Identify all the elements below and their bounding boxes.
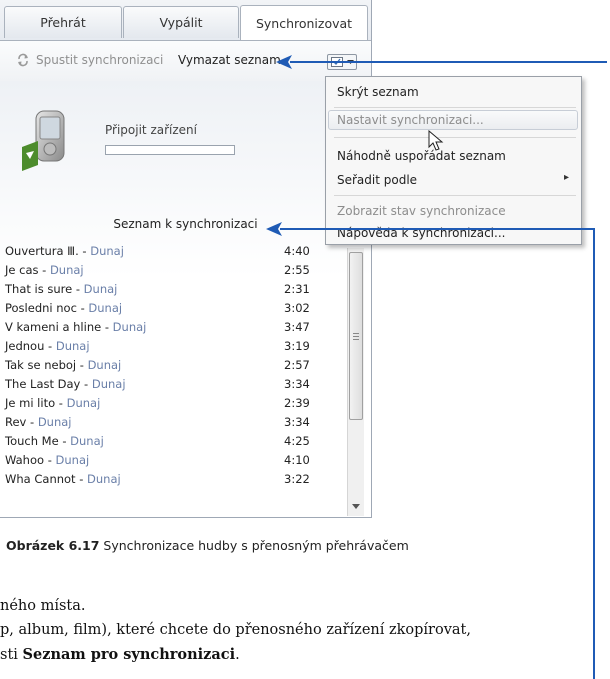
track-artist: Dunaj	[55, 453, 90, 467]
track-artist: Dunaj	[70, 434, 104, 448]
track-duration: 4:40	[284, 244, 310, 258]
track-title: Je cas	[5, 263, 39, 277]
figure-caption: Obrázek 6.17 Synchronizace hudby s přeno…	[6, 538, 409, 553]
track-duration: 3:02	[284, 301, 310, 315]
list-options-menu: Skrýt seznam Nastavit synchronizaci... N…	[325, 76, 582, 245]
menu-separator	[334, 137, 576, 138]
track-artist: Dunaj	[90, 244, 124, 258]
arrow-left-icon	[266, 222, 282, 236]
list-item[interactable]: That is sure - Dunaj 2:31	[0, 280, 347, 299]
menu-item-show-sync-status[interactable]: Zobrazit stav synchronizace	[337, 204, 506, 218]
track-artist: Dunaj	[37, 415, 72, 429]
list-item[interactable]: Je mi lito - Dunaj 2:39	[0, 394, 347, 413]
tab-sync[interactable]: Synchronizovat	[240, 5, 368, 40]
track-title: Rev	[5, 415, 27, 429]
list-item[interactable]: Je cas - Dunaj 2:55	[0, 261, 347, 280]
list-item[interactable]: V kameni a hline - Dunaj 3:47	[0, 318, 347, 337]
device-icon	[22, 110, 65, 171]
track-duration: 2:55	[284, 263, 310, 277]
arrow-left-icon	[276, 55, 292, 69]
track-artist: Dunaj	[83, 282, 118, 296]
sync-list: Ouvertura Ⅲ. - Dunaj 4:40 Je cas - Dunaj 2…	[0, 242, 347, 489]
track-title: Posledni noc	[5, 301, 77, 315]
callout-line-sync-list	[280, 228, 594, 230]
track-duration: 4:10	[284, 453, 310, 467]
track-title: Wahoo	[5, 453, 45, 467]
track-title: Je mi lito	[5, 396, 56, 410]
list-item[interactable]: Wha Cannot - Dunaj 3:22	[0, 470, 347, 489]
track-duration: 3:47	[284, 320, 310, 334]
track-duration: 2:57	[284, 358, 310, 372]
track-artist: Dunaj	[112, 320, 147, 334]
start-sync-button[interactable]: Spustit synchronizaci	[36, 53, 163, 67]
track-title: Wha Cannot	[5, 472, 76, 486]
body-line-2: p, album, film), které chcete do přenosn…	[0, 622, 471, 638]
figure-caption-text: Synchronizace hudby s přenosným přehráva…	[99, 538, 409, 553]
menu-separator	[334, 107, 576, 108]
scrollbar-thumb[interactable]	[349, 252, 363, 420]
track-duration: 3:19	[284, 339, 310, 353]
body-line-3-prefix: sti	[0, 647, 23, 663]
tab-play-label: Přehrát	[40, 15, 86, 30]
body-line-1: ného místa.	[0, 598, 86, 614]
sync-progress-bar	[105, 145, 235, 155]
list-item[interactable]: Wahoo - Dunaj 4:10	[0, 451, 347, 470]
track-title: Tak se neboj	[5, 358, 77, 372]
track-artist: Dunaj	[88, 301, 123, 315]
track-artist: Dunaj	[87, 358, 122, 372]
track-artist: Dunaj	[91, 377, 126, 391]
list-scrollbar[interactable]	[347, 248, 364, 516]
list-item[interactable]: Posledni noc - Dunaj 3:02	[0, 299, 347, 318]
clear-list-button[interactable]: Vymazat seznam	[178, 53, 281, 67]
callout-line-vertical	[593, 228, 595, 679]
wmp-sync-pane: Přehrát Vypálit Synchronizovat Spustit s…	[0, 0, 372, 518]
grip-line	[353, 333, 359, 334]
track-duration: 3:34	[284, 377, 310, 391]
grip-line	[353, 339, 359, 340]
sync-icon	[18, 53, 28, 67]
body-line-3: sti Seznam pro synchronizaci.	[0, 646, 240, 663]
list-item[interactable]: Ouvertura Ⅲ. - Dunaj 4:40	[0, 242, 347, 261]
menu-separator	[334, 195, 576, 196]
track-artist: Dunaj	[55, 339, 90, 353]
list-item[interactable]: The Last Day - Dunaj 3:34	[0, 375, 347, 394]
track-title: That is sure	[5, 282, 73, 296]
track-title: Jednou	[5, 339, 45, 353]
list-item[interactable]: Touch Me - Dunaj 4:25	[0, 432, 347, 451]
track-duration: 4:25	[284, 434, 310, 448]
tab-play[interactable]: Přehrát	[4, 6, 122, 38]
track-artist: Dunaj	[66, 396, 101, 410]
menu-item-set-up-sync[interactable]: Nastavit synchronizaci...	[337, 113, 484, 127]
track-title: The Last Day	[5, 377, 81, 391]
track-title: V kameni a hline	[5, 320, 102, 334]
body-line-3-bold: Seznam pro synchronizaci	[22, 646, 236, 663]
menu-item-hide-list[interactable]: Skrýt seznam	[337, 85, 419, 99]
track-duration: 3:34	[284, 415, 310, 429]
menu-item-shuffle-list[interactable]: Náhodně uspořádat seznam	[337, 149, 506, 163]
track-duration: 2:39	[284, 396, 310, 410]
tab-bar: Přehrát Vypálit Synchronizovat	[0, 0, 371, 41]
track-artist: Dunaj	[87, 472, 121, 486]
track-artist: Dunaj	[49, 263, 84, 277]
submenu-arrow-icon: ▸	[564, 172, 570, 183]
track-title: Ouvertura Ⅲ.	[5, 244, 79, 258]
list-item[interactable]: Jednou - Dunaj 3:19	[0, 337, 347, 356]
connect-device-label: Připojit zařízení	[105, 123, 197, 137]
track-duration: 3:22	[284, 472, 310, 486]
callout-line-clear-list	[290, 61, 607, 63]
body-line-3-suffix: .	[235, 647, 240, 663]
list-item[interactable]: Tak se neboj - Dunaj 2:57	[0, 356, 347, 375]
mouse-cursor-icon	[428, 130, 444, 151]
scroll-down-icon[interactable]	[352, 504, 360, 510]
tab-burn[interactable]: Vypálit	[123, 6, 239, 38]
tab-burn-label: Vypálit	[159, 15, 203, 30]
tab-sync-label: Synchronizovat	[255, 15, 353, 31]
figure-label: Obrázek 6.17	[6, 538, 100, 553]
grip-line	[353, 336, 359, 337]
list-item[interactable]: Rev - Dunaj 3:34	[0, 413, 347, 432]
track-title: Touch Me	[5, 434, 59, 448]
track-duration: 2:31	[284, 282, 310, 296]
menu-item-sort-by[interactable]: Seřadit podle	[337, 173, 417, 187]
